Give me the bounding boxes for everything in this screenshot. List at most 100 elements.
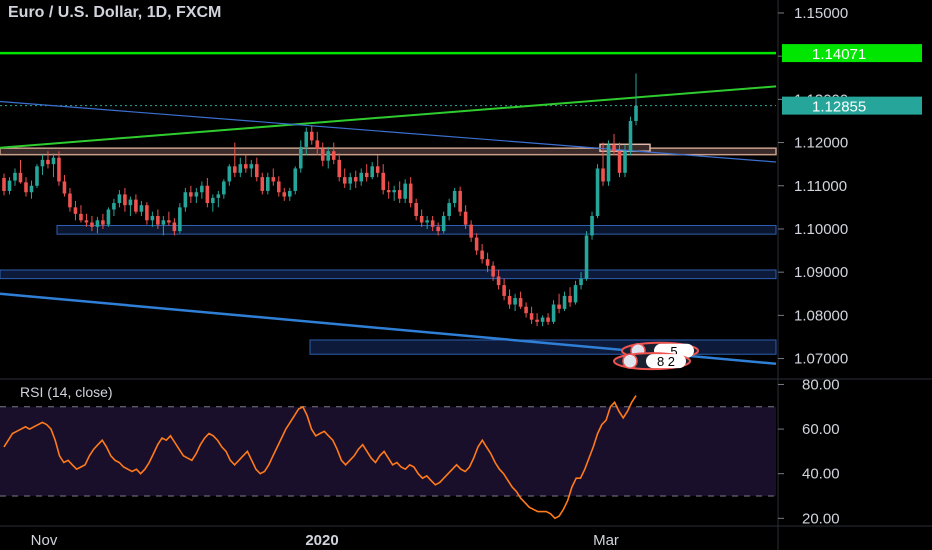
candle-body	[562, 295, 567, 309]
candle-body	[222, 181, 226, 195]
candle-body	[255, 164, 259, 178]
candle-body	[123, 194, 127, 206]
candle-body	[617, 151, 622, 173]
candle-body	[348, 177, 353, 184]
rsi-tick-label: 80.00	[802, 376, 840, 393]
rsi-tick-label: 40.00	[802, 466, 840, 483]
candle-body	[463, 211, 468, 225]
candle-body	[397, 190, 402, 199]
time-tick-label: Nov	[31, 532, 58, 549]
candle-body	[18, 172, 23, 183]
candle-body	[507, 295, 512, 305]
candle-body	[518, 298, 523, 307]
candle-body	[364, 172, 369, 178]
candle-body	[156, 216, 160, 225]
candle-body	[24, 182, 28, 193]
candle-body	[95, 220, 100, 227]
candle-body	[90, 222, 94, 227]
support-zone-2	[0, 269, 777, 280]
candle-body	[298, 146, 303, 169]
candle-body	[414, 203, 418, 216]
candle-body	[276, 181, 281, 193]
candle-body	[106, 209, 111, 225]
candle-body	[271, 177, 276, 182]
candle-body	[211, 197, 215, 204]
candle-body	[408, 183, 413, 204]
candle-body	[452, 190, 457, 204]
candle-body	[29, 185, 34, 193]
candle-body	[447, 203, 451, 216]
candle-body	[584, 235, 589, 279]
candle-body	[57, 157, 61, 182]
candle-body	[419, 216, 424, 223]
candle-body	[601, 168, 605, 182]
candle-body	[139, 205, 144, 212]
flag-icon	[622, 353, 638, 369]
candle-body	[260, 177, 265, 191]
candle-body	[441, 216, 446, 232]
candle-body	[557, 304, 561, 309]
candle-body	[68, 193, 72, 208]
candle-body	[194, 192, 199, 197]
candle-body	[513, 298, 517, 305]
price-chart-svg[interactable]: 58 21.150001.140001.130001.120001.110001…	[0, 0, 932, 550]
event-count-label: 8 2	[657, 354, 675, 369]
rsi-band	[0, 406, 776, 496]
candle-body	[491, 265, 495, 277]
price-label-text: 1.12855	[812, 99, 866, 116]
candle-body	[595, 168, 600, 216]
candle-body	[634, 105, 638, 121]
candle-body	[134, 199, 138, 212]
candle-body	[590, 216, 594, 236]
candle-body	[573, 285, 578, 303]
candle-body	[287, 190, 292, 197]
price-tick-label: 1.08000	[794, 307, 848, 324]
candle-body	[84, 220, 89, 223]
candle-body	[62, 181, 67, 194]
candle-body	[579, 278, 583, 286]
candle-body	[51, 157, 56, 165]
candle-body	[178, 207, 182, 232]
candle-body	[35, 166, 39, 186]
price-tick-label: 1.12000	[794, 135, 848, 152]
candle-body	[496, 276, 501, 286]
rsi-title: RSI (14, close)	[20, 384, 113, 400]
rsi-tick-label: 60.00	[802, 421, 840, 438]
time-tick-label: Mar	[593, 532, 619, 549]
candle-body	[238, 164, 243, 173]
candle-body	[244, 164, 248, 169]
support-zone-1	[56, 225, 777, 235]
candle-body	[128, 199, 133, 206]
candle-body	[425, 220, 429, 223]
chart-title: Euro / U.S. Dollar, 1D, FXCM	[8, 4, 222, 21]
candle-body	[2, 177, 6, 191]
candle-body	[628, 120, 633, 152]
candle-body	[167, 220, 171, 223]
candle-body	[403, 183, 407, 199]
candle-body	[458, 190, 462, 212]
candle-body	[112, 203, 116, 210]
candle-body	[7, 180, 12, 191]
candle-body	[546, 317, 550, 322]
candle-body	[529, 313, 534, 320]
candle-body	[540, 317, 545, 322]
candle-body	[392, 190, 396, 193]
candle-body	[474, 237, 479, 251]
candle-body	[375, 166, 380, 173]
candle-body	[172, 222, 177, 232]
price-pane	[0, 0, 776, 378]
candle-body	[205, 185, 210, 204]
candle-body	[359, 172, 364, 182]
candle-body	[436, 226, 440, 232]
candle-body	[233, 166, 237, 173]
candle-body	[150, 216, 155, 221]
candle-body	[46, 159, 50, 165]
candle-body	[370, 166, 374, 178]
resistance-zone	[0, 147, 777, 156]
candle-body	[161, 220, 166, 225]
price-tick-label: 1.11000	[794, 178, 847, 195]
candle-body	[612, 144, 616, 152]
candle-body	[386, 190, 391, 193]
candle-body	[535, 319, 539, 322]
candle-body	[315, 140, 320, 150]
